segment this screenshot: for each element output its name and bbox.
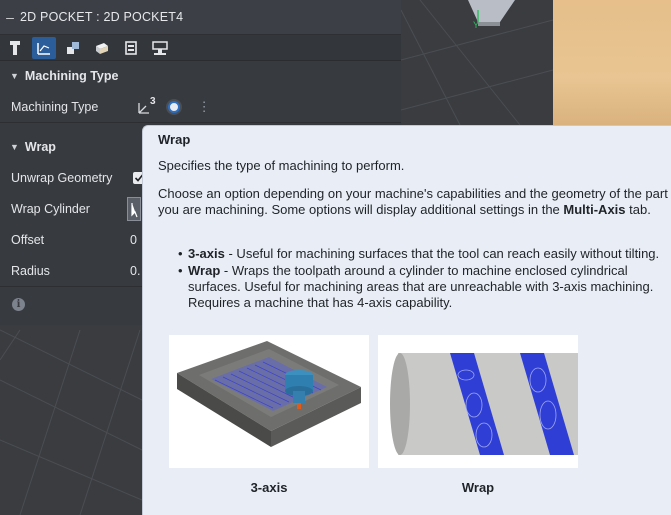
- help-tooltip: Wrap Specifies the type of machining to …: [142, 125, 671, 515]
- caption-3-axis: 3-axis: [250, 480, 288, 495]
- row-machining-type: Machining Type 3 ⋮: [0, 91, 401, 122]
- radius-value-field[interactable]: 0.: [130, 264, 140, 278]
- tooltip-description-tail: tab.: [625, 202, 651, 217]
- tab-passes[interactable]: [90, 37, 114, 59]
- multi-axis-tab-reference: Multi-Axis: [563, 202, 626, 217]
- option-wrap-radio[interactable]: [165, 98, 182, 115]
- option-term: 3-axis: [188, 246, 225, 261]
- tool-icon: [10, 40, 20, 55]
- panel-title: 2D POCKET : 2D POCKET4: [20, 10, 184, 24]
- illustration-3-axis: [169, 335, 369, 468]
- tab-linking[interactable]: [119, 37, 143, 59]
- panel-title-bar: – 2D POCKET : 2D POCKET4: [0, 0, 401, 35]
- option-description: - Useful for machining surfaces that the…: [224, 246, 660, 261]
- field-label: Offset: [11, 232, 45, 247]
- expand-triangle-icon: ▼: [10, 142, 19, 152]
- 3-axis-part-image: [177, 341, 361, 447]
- operation-tabs: [0, 35, 401, 61]
- radio-selected-dot: [167, 100, 180, 113]
- wood-stock-surface: [553, 0, 671, 130]
- option-description: - Wraps the toolpath around a cylinder t…: [188, 263, 654, 310]
- tooltip-options-list: 3-axis - Useful for machining surfaces t…: [178, 246, 671, 312]
- info-icon[interactable]: i: [12, 297, 25, 311]
- passes-icon: [96, 42, 108, 54]
- field-label: Unwrap Geometry: [11, 170, 113, 185]
- field-label: Radius: [11, 263, 50, 278]
- more-options-icon[interactable]: ⋮: [198, 99, 211, 115]
- section-title: Machining Type: [24, 69, 119, 83]
- machining-type-options: 3 ⋮: [138, 96, 211, 115]
- expand-triangle-icon: ▼: [10, 71, 19, 81]
- tooltip-description: Choose an option depending on your machi…: [158, 186, 671, 218]
- tab-heights[interactable]: [61, 37, 85, 59]
- field-label: Wrap Cylinder: [11, 201, 90, 216]
- wrap-cylinder-image: [378, 335, 578, 468]
- heights-icon: [67, 41, 79, 54]
- section-header-machining-type[interactable]: ▼ Machining Type: [0, 61, 401, 91]
- tooltip-title: Wrap: [158, 132, 191, 147]
- part-model-corner: Y: [468, 0, 515, 30]
- multi-axis-icon: [152, 40, 168, 55]
- offset-value-field[interactable]: 0: [130, 233, 137, 247]
- list-item: 3-axis - Useful for machining surfaces t…: [178, 246, 671, 262]
- geometry-icon: [37, 42, 50, 55]
- wrap-cylinder-select-button[interactable]: [127, 196, 141, 221]
- tab-tool[interactable]: [3, 37, 27, 59]
- tooltip-summary: Specifies the type of machining to perfo…: [158, 158, 405, 173]
- option-term: Wrap: [188, 263, 221, 278]
- collapse-panel-button[interactable]: –: [0, 9, 20, 25]
- caption-wrap: Wrap: [461, 480, 495, 495]
- cursor-arrow-icon: [131, 202, 138, 217]
- field-label: Machining Type: [11, 99, 99, 114]
- tab-multi-axis[interactable]: [148, 37, 172, 59]
- linking-icon: [125, 40, 137, 55]
- option-3-axis[interactable]: 3: [138, 96, 156, 114]
- option-badge: 3: [150, 95, 156, 107]
- tab-geometry[interactable]: [32, 36, 56, 59]
- section-title: Wrap: [24, 140, 56, 154]
- illustration-wrap: [378, 335, 578, 468]
- list-item: Wrap - Wraps the toolpath around a cylin…: [178, 263, 671, 311]
- svg-text:Y: Y: [473, 20, 479, 30]
